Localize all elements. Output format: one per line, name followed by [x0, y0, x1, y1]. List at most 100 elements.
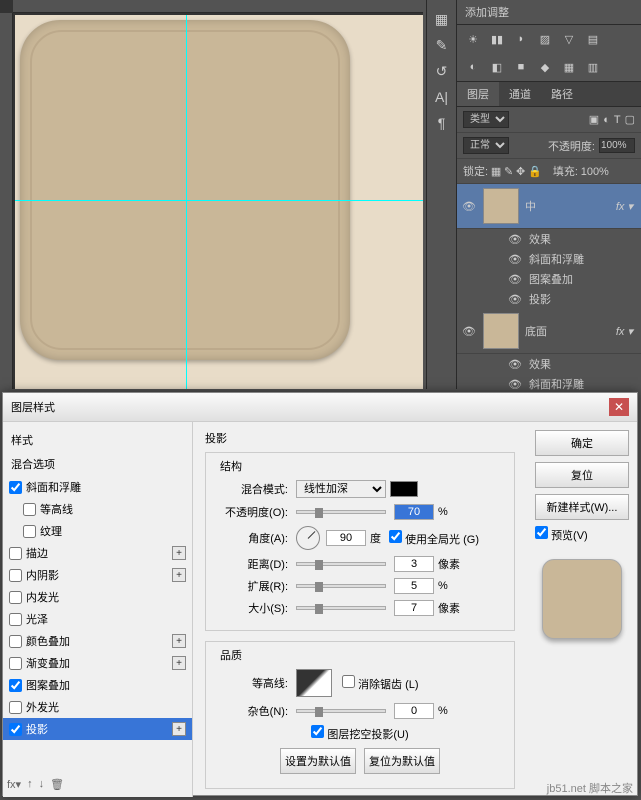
- brush-icon[interactable]: ✎: [430, 33, 454, 57]
- document-canvas[interactable]: [15, 15, 423, 389]
- arrow-up-icon[interactable]: ↑: [27, 778, 33, 791]
- style-checkbox[interactable]: [23, 525, 36, 538]
- styles-header[interactable]: 样式: [3, 428, 192, 452]
- levels-icon[interactable]: ▮▮: [489, 31, 505, 47]
- exposure-icon[interactable]: ▨: [537, 31, 553, 47]
- style-checkbox[interactable]: [9, 591, 22, 604]
- vibrance-icon[interactable]: ▽: [561, 31, 577, 47]
- tab-layers[interactable]: 图层: [457, 82, 499, 106]
- angle-wheel[interactable]: [296, 526, 320, 550]
- add-instance-icon[interactable]: +: [172, 656, 186, 670]
- guide-horizontal[interactable]: [15, 200, 423, 201]
- distance-slider[interactable]: [296, 562, 386, 566]
- add-instance-icon[interactable]: +: [172, 546, 186, 560]
- visibility-icon[interactable]: 👁: [507, 233, 523, 246]
- filter-shape-icon[interactable]: ▢: [625, 113, 635, 126]
- global-light-check[interactable]: 使用全局光 (G): [389, 530, 479, 547]
- fx-badge[interactable]: fx ▾: [616, 200, 637, 213]
- style-checkbox[interactable]: [23, 503, 36, 516]
- dialog-titlebar[interactable]: 图层样式 ✕: [3, 393, 637, 422]
- reset-default-button[interactable]: 复位为默认值: [364, 748, 440, 774]
- visibility-icon[interactable]: 👁: [461, 325, 477, 338]
- visibility-icon[interactable]: 👁: [507, 253, 523, 266]
- hue-icon[interactable]: ◐: [465, 59, 481, 75]
- layer-effect-item[interactable]: 👁投影: [457, 289, 641, 309]
- style-item[interactable]: 颜色叠加+: [3, 630, 192, 652]
- guide-vertical[interactable]: [186, 15, 187, 389]
- layer-effect-item[interactable]: 👁斜面和浮雕: [457, 374, 641, 394]
- brightness-icon[interactable]: ☀: [465, 31, 481, 47]
- lock-move-icon[interactable]: ✥: [516, 166, 525, 178]
- filter-adj-icon[interactable]: ◐: [603, 114, 610, 126]
- blend-options-row[interactable]: 混合选项: [3, 452, 192, 476]
- swatches-icon[interactable]: ▦: [430, 7, 454, 31]
- style-item[interactable]: 光泽: [3, 608, 192, 630]
- add-instance-icon[interactable]: +: [172, 722, 186, 736]
- layer-effect-item[interactable]: 👁效果: [457, 354, 641, 374]
- tab-channels[interactable]: 通道: [499, 82, 541, 106]
- lookup-icon[interactable]: ▥: [585, 59, 601, 75]
- style-checkbox[interactable]: [9, 635, 22, 648]
- antialias-check[interactable]: 消除锯齿 (L): [342, 675, 419, 692]
- fx-badge[interactable]: fx ▾: [616, 325, 637, 338]
- distance-field[interactable]: [394, 556, 434, 572]
- trash-icon[interactable]: 🗑: [50, 778, 64, 791]
- arrow-down-icon[interactable]: ↓: [39, 778, 45, 791]
- opacity-slider[interactable]: [296, 510, 386, 514]
- blend-mode-select[interactable]: 正常: [463, 137, 509, 154]
- tab-paths[interactable]: 路径: [541, 82, 583, 106]
- style-item[interactable]: 内发光: [3, 586, 192, 608]
- layer-thumbnail[interactable]: [483, 188, 519, 224]
- knockout-check[interactable]: 图层挖空投影(U): [311, 725, 408, 742]
- style-checkbox[interactable]: [9, 723, 22, 736]
- opacity-input[interactable]: [599, 138, 635, 153]
- add-instance-icon[interactable]: +: [172, 568, 186, 582]
- style-checkbox[interactable]: [9, 547, 22, 560]
- size-slider[interactable]: [296, 606, 386, 610]
- style-checkbox[interactable]: [9, 481, 22, 494]
- style-item[interactable]: 图案叠加: [3, 674, 192, 696]
- visibility-icon[interactable]: 👁: [507, 273, 523, 286]
- visibility-icon[interactable]: 👁: [461, 200, 477, 213]
- style-item[interactable]: 渐变叠加+: [3, 652, 192, 674]
- cancel-button[interactable]: 复位: [535, 462, 629, 488]
- photo-icon[interactable]: ◆: [537, 59, 553, 75]
- contour-swatch[interactable]: [296, 669, 332, 697]
- size-field[interactable]: [394, 600, 434, 616]
- style-checkbox[interactable]: [9, 679, 22, 692]
- style-item[interactable]: 外发光: [3, 696, 192, 718]
- paragraph-icon[interactable]: ¶: [430, 111, 454, 135]
- add-instance-icon[interactable]: +: [172, 634, 186, 648]
- spread-slider[interactable]: [296, 584, 386, 588]
- layer-row[interactable]: 👁底面fx ▾: [457, 309, 641, 354]
- bal-icon[interactable]: ◧: [489, 59, 505, 75]
- close-icon[interactable]: ✕: [609, 398, 629, 416]
- mixer-icon[interactable]: ▦: [561, 59, 577, 75]
- lock-brush-icon[interactable]: ✎: [504, 166, 513, 178]
- style-checkbox[interactable]: [9, 701, 22, 714]
- ruler-vertical[interactable]: [0, 13, 13, 389]
- char-icon[interactable]: A|: [430, 85, 454, 109]
- curves-icon[interactable]: ◗: [513, 31, 529, 47]
- layer-effect-item[interactable]: 👁图案叠加: [457, 269, 641, 289]
- ruler-horizontal[interactable]: [13, 0, 423, 13]
- style-item[interactable]: 内阴影+: [3, 564, 192, 586]
- blendmode-select[interactable]: 线性加深: [296, 480, 386, 498]
- bw-icon[interactable]: ■: [513, 59, 529, 75]
- history-icon[interactable]: ↺: [430, 59, 454, 83]
- filter-type-icon[interactable]: T: [614, 114, 621, 126]
- ok-button[interactable]: 确定: [535, 430, 629, 456]
- new-style-button[interactable]: 新建样式(W)...: [535, 494, 629, 520]
- layer-row[interactable]: 👁中fx ▾: [457, 184, 641, 229]
- layer-thumbnail[interactable]: [483, 313, 519, 349]
- shadow-color-swatch[interactable]: [390, 481, 418, 497]
- fx-icon[interactable]: fx▾: [7, 778, 21, 791]
- make-default-button[interactable]: 设置为默认值: [280, 748, 356, 774]
- spread-field[interactable]: [394, 578, 434, 594]
- style-item[interactable]: 等高线: [3, 498, 192, 520]
- noise-field[interactable]: [394, 703, 434, 719]
- style-item[interactable]: 纹理: [3, 520, 192, 542]
- opacity-field[interactable]: [394, 504, 434, 520]
- noise-slider[interactable]: [296, 709, 386, 713]
- style-checkbox[interactable]: [9, 613, 22, 626]
